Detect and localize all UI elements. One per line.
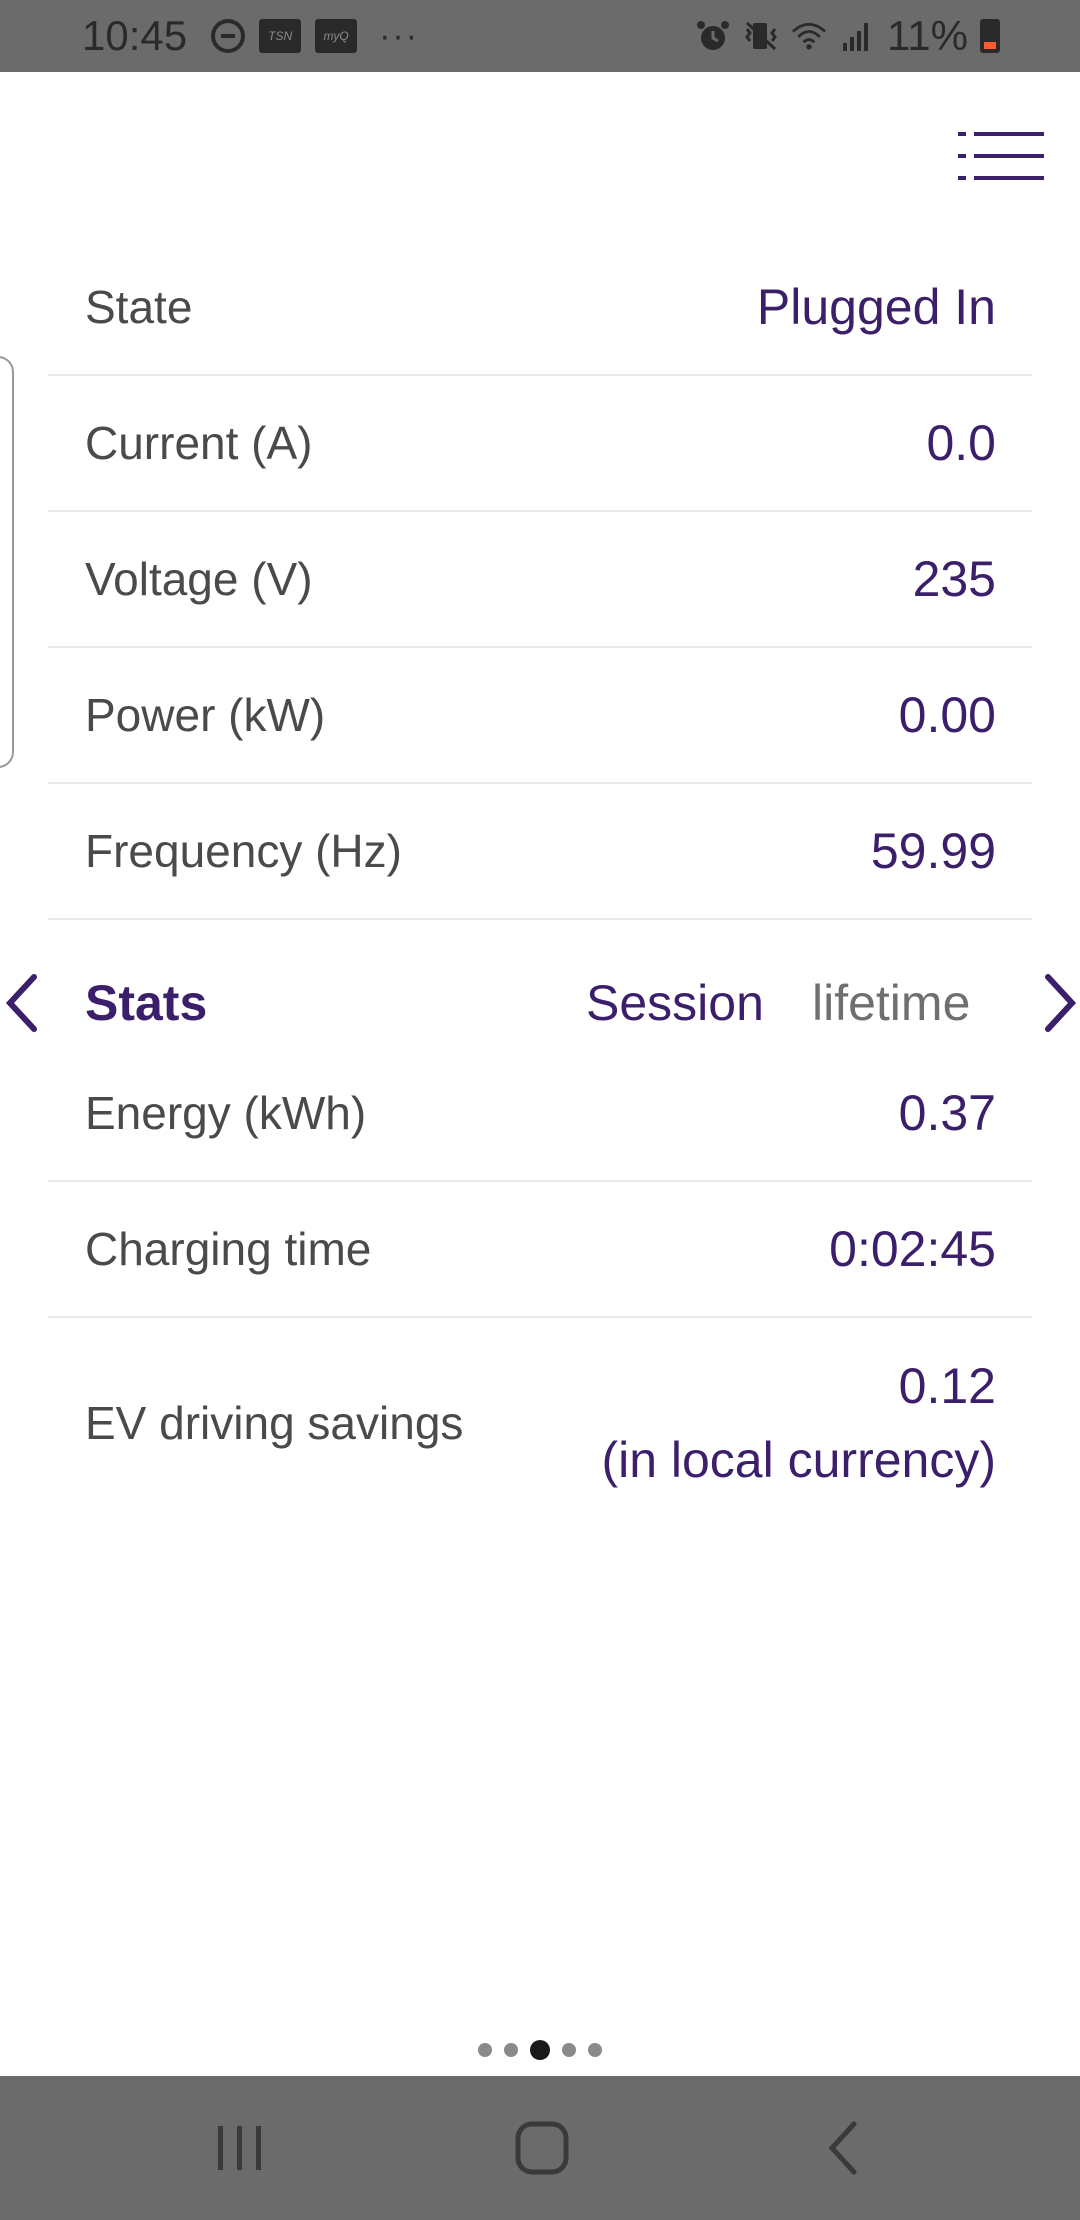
charging-time-value: 0:02:45 — [829, 1221, 996, 1277]
state-value: Plugged In — [756, 279, 996, 335]
page-dot — [478, 2043, 492, 2057]
recents-icon[interactable] — [204, 2112, 276, 2184]
row-frequency: Frequency (Hz) 59.99 — [48, 784, 1032, 920]
myq-app-icon: myQ — [315, 19, 358, 53]
alarm-icon — [697, 21, 730, 50]
chevron-left-icon[interactable] — [2, 971, 42, 1035]
state-label: State — [85, 281, 193, 333]
power-label: Power (kW) — [85, 689, 326, 741]
status-time: 10:45 — [82, 12, 188, 59]
battery-percent: 11% — [887, 12, 968, 59]
home-icon[interactable] — [506, 2112, 578, 2184]
previous-card-edge — [0, 356, 14, 768]
more-notifications-icon: ··· — [379, 16, 420, 55]
tsn-app-icon: TSN — [259, 19, 302, 53]
back-icon[interactable] — [808, 2112, 880, 2184]
vibrate-icon — [745, 21, 777, 51]
row-state: State Plugged In — [48, 240, 1032, 376]
energy-value: 0.37 — [898, 1085, 996, 1141]
menu-list-icon[interactable] — [956, 128, 1046, 184]
battery-icon — [980, 19, 1000, 53]
frequency-label: Frequency (Hz) — [85, 825, 402, 877]
row-charging-time: Charging time 0:02:45 — [48, 1182, 1032, 1318]
ev-savings-label: EV driving savings — [85, 1397, 464, 1449]
status-bar: 10:45 TSN myQ ··· 11% — [0, 0, 1080, 72]
power-value: 0.00 — [898, 687, 996, 743]
current-value: 0.0 — [926, 415, 996, 471]
page-indicator — [0, 2040, 1080, 2060]
row-energy: Energy (kWh) 0.37 — [48, 1046, 1032, 1182]
row-voltage: Voltage (V) 235 — [48, 512, 1032, 648]
voltage-label: Voltage (V) — [85, 553, 313, 605]
page-dot — [588, 2043, 602, 2057]
wifi-icon — [791, 22, 827, 50]
tab-lifetime[interactable]: lifetime — [812, 974, 970, 1032]
row-ev-savings: EV driving savings 0.12 (in local curren… — [48, 1318, 1032, 1528]
page-dot-active — [530, 2040, 550, 2060]
row-power: Power (kW) 0.00 — [48, 648, 1032, 784]
signal-icon — [843, 23, 869, 51]
energy-label: Energy (kWh) — [85, 1087, 367, 1139]
ev-savings-value-group: 0.12 (in local currency) — [601, 1349, 996, 1497]
page-dot — [562, 2043, 576, 2057]
current-label: Current (A) — [85, 417, 313, 469]
charging-time-label: Charging time — [85, 1223, 372, 1275]
tab-session[interactable]: Session — [586, 974, 764, 1032]
stats-header: Stats Session lifetime — [0, 948, 1080, 1058]
ev-savings-currency-note: (in local currency) — [601, 1432, 996, 1488]
page-dot — [504, 2043, 518, 2057]
row-current: Current (A) 0.0 — [48, 376, 1032, 512]
ev-savings-value: 0.12 — [898, 1358, 996, 1414]
frequency-value: 59.99 — [870, 823, 996, 879]
dnd-icon — [211, 19, 246, 53]
system-nav-bar — [0, 2076, 1080, 2220]
voltage-value: 235 — [912, 551, 996, 607]
stats-title: Stats — [85, 975, 208, 1031]
chevron-right-icon[interactable] — [1040, 971, 1080, 1035]
